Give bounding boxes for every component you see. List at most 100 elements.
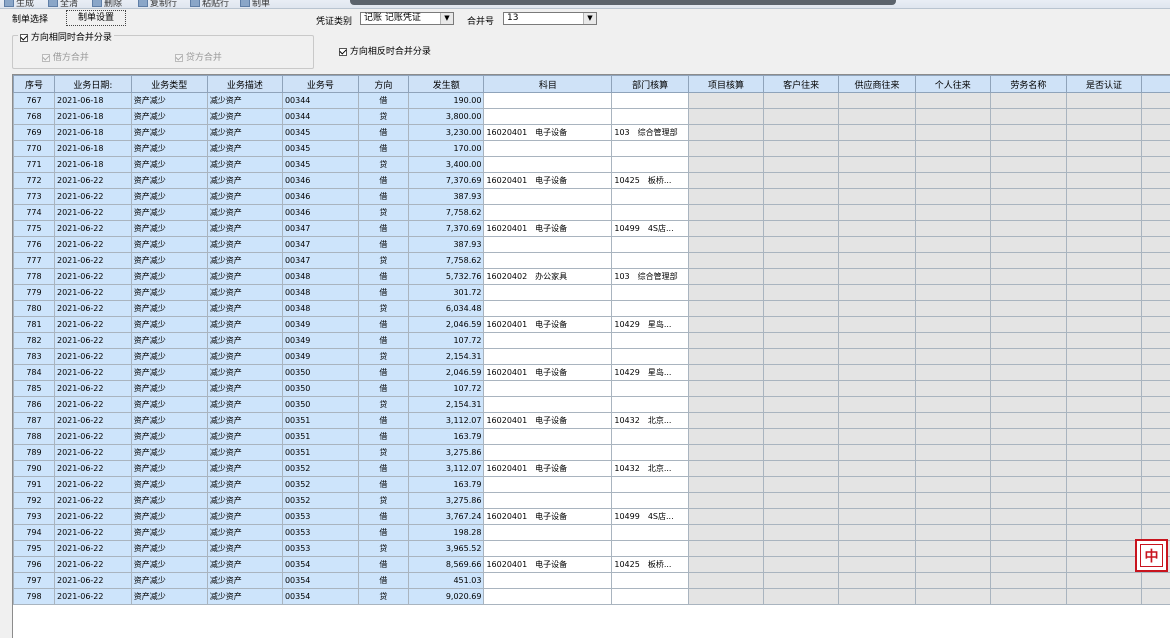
cell-biz[interactable]: 00345 <box>282 141 358 157</box>
cell-empty[interactable] <box>839 445 916 461</box>
cell-dept[interactable] <box>612 493 689 509</box>
cell-type[interactable]: 资产减少 <box>131 205 207 221</box>
cell-biz[interactable]: 00346 <box>282 205 358 221</box>
cell-biz[interactable]: 00353 <box>282 525 358 541</box>
cell-empty[interactable] <box>764 573 839 589</box>
cell-empty[interactable] <box>688 269 763 285</box>
cell-empty[interactable] <box>839 477 916 493</box>
cell-biz[interactable]: 00351 <box>282 429 358 445</box>
column-header[interactable]: 科目 <box>484 76 612 93</box>
cell-subj[interactable] <box>484 285 612 301</box>
cell-desc[interactable]: 减少资产 <box>207 173 282 189</box>
cell-biz[interactable]: 00353 <box>282 509 358 525</box>
cell-empty[interactable] <box>764 413 839 429</box>
cell-no[interactable]: 787 <box>14 413 55 429</box>
cell-empty[interactable] <box>764 141 839 157</box>
table-row[interactable]: 7922021-06-22资产减少减少资产00352贷3,275.86 <box>14 493 1170 509</box>
cell-empty[interactable] <box>839 317 916 333</box>
cell-empty[interactable] <box>990 573 1066 589</box>
cell-amt[interactable]: 190.00 <box>409 93 484 109</box>
cell-desc[interactable]: 减少资产 <box>207 141 282 157</box>
cell-amt[interactable]: 7,758.62 <box>409 253 484 269</box>
cell-subj[interactable] <box>484 381 612 397</box>
cell-empty[interactable] <box>1066 301 1141 317</box>
cell-empty[interactable] <box>839 525 916 541</box>
cell-type[interactable]: 资产减少 <box>131 173 207 189</box>
cell-date[interactable]: 2021-06-18 <box>54 93 131 109</box>
cell-empty[interactable] <box>688 141 763 157</box>
cell-dir[interactable]: 借 <box>358 221 408 237</box>
cell-subj[interactable] <box>484 189 612 205</box>
cell-empty[interactable] <box>915 93 990 109</box>
cell-empty[interactable] <box>915 573 990 589</box>
cell-biz[interactable]: 00350 <box>282 397 358 413</box>
cell-desc[interactable]: 减少资产 <box>207 365 282 381</box>
cell-empty[interactable] <box>915 397 990 413</box>
cell-dir[interactable]: 借 <box>358 573 408 589</box>
cell-empty[interactable] <box>915 141 990 157</box>
cell-dept[interactable] <box>612 477 689 493</box>
cell-empty[interactable] <box>915 477 990 493</box>
cell-empty[interactable] <box>915 509 990 525</box>
cell-empty[interactable] <box>764 221 839 237</box>
cell-no[interactable]: 780 <box>14 301 55 317</box>
column-header[interactable]: 部门核算 <box>612 76 689 93</box>
cell-empty[interactable] <box>1066 381 1141 397</box>
cell-dir[interactable]: 贷 <box>358 349 408 365</box>
cell-empty[interactable] <box>915 589 990 605</box>
cell-empty[interactable] <box>990 237 1066 253</box>
cell-subj[interactable] <box>484 445 612 461</box>
cell-empty[interactable] <box>839 237 916 253</box>
cell-biz[interactable]: 00346 <box>282 173 358 189</box>
cell-empty[interactable] <box>764 109 839 125</box>
cell-empty[interactable] <box>990 317 1066 333</box>
cell-empty[interactable] <box>1066 349 1141 365</box>
cell-amt[interactable]: 3,767.24 <box>409 509 484 525</box>
cell-empty[interactable] <box>839 285 916 301</box>
cell-empty[interactable] <box>990 221 1066 237</box>
cell-empty[interactable] <box>990 333 1066 349</box>
cell-dir[interactable]: 贷 <box>358 301 408 317</box>
cell-biz[interactable]: 00347 <box>282 237 358 253</box>
cell-dept[interactable]: 10429 星岛... <box>612 317 689 333</box>
cell-empty[interactable] <box>764 301 839 317</box>
cell-amt[interactable]: 7,758.62 <box>409 205 484 221</box>
cell-desc[interactable]: 减少资产 <box>207 509 282 525</box>
cell-desc[interactable]: 减少资产 <box>207 461 282 477</box>
cell-empty[interactable] <box>990 557 1066 573</box>
cell-empty[interactable] <box>839 397 916 413</box>
table-row[interactable]: 7882021-06-22资产减少减少资产00351借163.79 <box>14 429 1170 445</box>
cell-desc[interactable]: 减少资产 <box>207 573 282 589</box>
cell-desc[interactable]: 减少资产 <box>207 189 282 205</box>
cell-subj[interactable]: 16020401 电子设备 <box>484 173 612 189</box>
cell-empty[interactable] <box>688 541 763 557</box>
cell-type[interactable]: 资产减少 <box>131 253 207 269</box>
cell-type[interactable]: 资产减少 <box>131 509 207 525</box>
cell-dept[interactable] <box>612 429 689 445</box>
cell-no[interactable]: 794 <box>14 525 55 541</box>
cell-type[interactable]: 资产减少 <box>131 541 207 557</box>
cell-biz[interactable]: 00347 <box>282 253 358 269</box>
cell-empty[interactable] <box>764 349 839 365</box>
cell-empty[interactable] <box>764 269 839 285</box>
cell-empty[interactable] <box>764 525 839 541</box>
cell-dept[interactable] <box>612 285 689 301</box>
cell-dir[interactable]: 借 <box>358 429 408 445</box>
cell-type[interactable]: 资产减少 <box>131 413 207 429</box>
cell-empty[interactable] <box>990 493 1066 509</box>
cell-type[interactable]: 资产减少 <box>131 301 207 317</box>
cell-empty[interactable] <box>915 413 990 429</box>
cell-date[interactable]: 2021-06-22 <box>54 317 131 333</box>
cell-empty[interactable] <box>688 173 763 189</box>
cell-dir[interactable]: 借 <box>358 173 408 189</box>
cell-subj[interactable] <box>484 333 612 349</box>
table-row[interactable]: 7942021-06-22资产减少减少资产00353借198.28 <box>14 525 1170 541</box>
opposite-direction-merge-option[interactable]: 方向相反时合并分录 <box>339 44 431 57</box>
cell-empty[interactable] <box>688 477 763 493</box>
cell-empty[interactable] <box>688 509 763 525</box>
cell-empty[interactable] <box>839 157 916 173</box>
voucher-type-select[interactable]: 记账 记账凭证 ▼ <box>360 12 454 25</box>
cell-amt[interactable]: 2,046.59 <box>409 365 484 381</box>
table-row[interactable]: 7672021-06-18资产减少减少资产00344借190.00 <box>14 93 1170 109</box>
cell-empty[interactable] <box>839 365 916 381</box>
